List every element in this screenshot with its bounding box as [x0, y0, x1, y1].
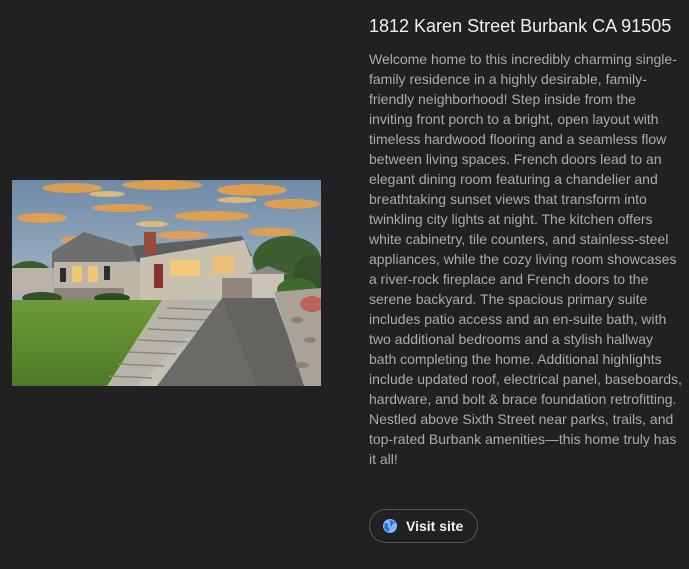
- listing-description: Welcome home to this incredibly charming…: [369, 51, 682, 467]
- listing-info: 1812 Karen Street Burbank CA 91505 Welco…: [369, 14, 683, 469]
- globe-icon: [382, 518, 398, 534]
- listing-photo[interactable]: [12, 180, 321, 386]
- house-photo-image: [12, 180, 321, 386]
- listing-title: 1812 Karen Street Burbank CA 91505: [369, 16, 672, 36]
- visit-site-button[interactable]: Visit site: [369, 509, 479, 543]
- visit-site-label: Visit site: [406, 518, 464, 534]
